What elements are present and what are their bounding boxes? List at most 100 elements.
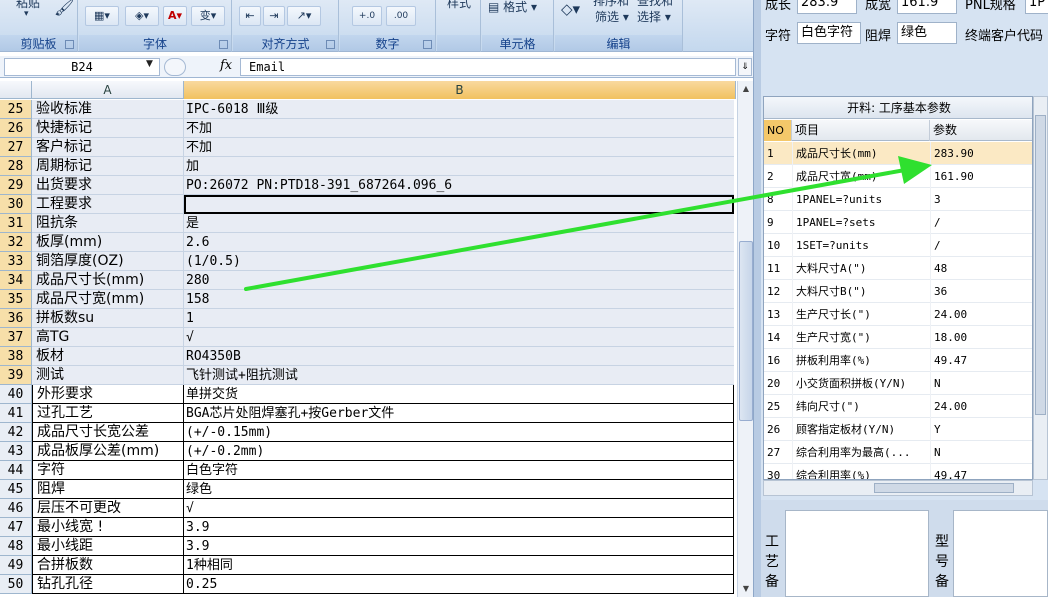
cell-a[interactable]: 最小线宽 ! [32, 518, 184, 537]
row-number[interactable]: 40 [0, 385, 32, 404]
row-number[interactable]: 34 [0, 271, 32, 290]
param-row[interactable]: 13 生产尺寸长(") 24.00 [764, 303, 1032, 326]
param-row[interactable]: 25 纬向尺寸(") 24.00 [764, 395, 1032, 418]
row-number[interactable]: 30 [0, 195, 32, 214]
fill-color-button[interactable]: ◈▾ [125, 6, 159, 26]
cell-b[interactable]: PO:26072 PN:PTD18-391_687264.096_6 [184, 176, 734, 195]
cell-b[interactable]: 1种相同 [184, 556, 734, 575]
param-row[interactable]: 16 拼板利用率(%) 49.47 [764, 349, 1032, 372]
table-vertical-scrollbar[interactable] [1033, 96, 1048, 480]
row-number[interactable]: 37 [0, 328, 32, 347]
cell-a[interactable]: 快捷标记 [32, 119, 184, 138]
cell-b[interactable]: (1/0.5) [184, 252, 734, 271]
table-scroll-thumb[interactable] [1035, 115, 1046, 415]
orientation-icon[interactable]: ↗▾ [287, 6, 321, 26]
select-all-corner[interactable] [0, 81, 32, 99]
cell-a[interactable]: 字符 [32, 461, 184, 480]
pnl-spec-field[interactable]: 1P [1025, 0, 1048, 14]
cell-a[interactable]: 成品板厚公差(mm) [32, 442, 184, 461]
formula-bar-divider[interactable] [164, 58, 186, 76]
row-number[interactable]: 42 [0, 423, 32, 442]
scroll-up-icon[interactable]: ▲ [739, 81, 753, 97]
row-number[interactable]: 46 [0, 499, 32, 518]
cell-a[interactable]: 测试 [32, 366, 184, 385]
cell-b[interactable]: BGA芯片处阻焊塞孔+按Gerber文件 [184, 404, 734, 423]
column-header-a[interactable]: A [32, 81, 184, 99]
model-remark-memo[interactable] [953, 510, 1048, 597]
table-horizontal-scrollbar[interactable] [763, 480, 1033, 496]
cell-a[interactable]: 拼板数su [32, 309, 184, 328]
header-item[interactable]: 项目 [792, 120, 930, 141]
cell-a[interactable]: 工程要求 [32, 195, 184, 214]
formula-expand-icon[interactable]: ⇓ [738, 58, 752, 76]
finished-width-field[interactable]: 161.9 [897, 0, 957, 14]
cell-b[interactable] [184, 195, 734, 214]
name-box[interactable]: B24 [4, 58, 160, 76]
cell-b[interactable]: (+/-0.15mm) [184, 423, 734, 442]
cell-a[interactable]: 板材 [32, 347, 184, 366]
param-row[interactable]: 9 1PANEL=?sets / [764, 211, 1032, 234]
cell-a[interactable]: 客户标记 [32, 138, 184, 157]
cell-b[interactable]: √ [184, 499, 734, 518]
cell-a[interactable]: 铜箔厚度(OZ) [32, 252, 184, 271]
table-hscroll-thumb[interactable] [874, 483, 1014, 493]
param-row[interactable]: 14 生产尺寸宽(") 18.00 [764, 326, 1032, 349]
finished-length-field[interactable]: 283.9 [797, 0, 857, 14]
row-number[interactable]: 36 [0, 309, 32, 328]
cell-a[interactable]: 验收标准 [32, 100, 184, 119]
row-number[interactable]: 38 [0, 347, 32, 366]
row-number[interactable]: 27 [0, 138, 32, 157]
param-row[interactable]: 11 大料尺寸A(") 48 [764, 257, 1032, 280]
decrease-indent-icon[interactable]: ⇤ [239, 6, 261, 26]
cell-b[interactable]: 3.9 [184, 518, 734, 537]
cell-b[interactable]: 3.9 [184, 537, 734, 556]
row-number[interactable]: 43 [0, 442, 32, 461]
row-number[interactable]: 44 [0, 461, 32, 480]
param-row[interactable]: 26 顾客指定板材(Y/N) Y [764, 418, 1032, 441]
font-color-button[interactable]: A▾ [163, 6, 187, 26]
cell-a[interactable]: 钻孔孔径 [32, 575, 184, 594]
cell-b[interactable]: IPC-6018 Ⅲ级 [184, 100, 734, 119]
cell-b[interactable]: RO4350B [184, 347, 734, 366]
alignment-launcher-icon[interactable] [326, 40, 335, 49]
cell-a[interactable]: 成品尺寸宽(mm) [32, 290, 184, 309]
row-number[interactable]: 49 [0, 556, 32, 575]
param-row[interactable]: 12 大料尺寸B(") 36 [764, 280, 1032, 303]
param-row[interactable]: 30 综合利用率(%) 49.47 [764, 464, 1032, 479]
cell-b[interactable]: 158 [184, 290, 734, 309]
row-number[interactable]: 28 [0, 157, 32, 176]
row-number[interactable]: 25 [0, 100, 32, 119]
number-launcher-icon[interactable] [423, 40, 432, 49]
name-box-dropdown-icon[interactable]: ▼ [146, 59, 153, 69]
row-number[interactable]: 39 [0, 366, 32, 385]
cell-b[interactable]: 单拼交货 [184, 385, 734, 404]
format-button[interactable]: ▤ 格式 ▾ [488, 0, 537, 15]
format-painter-icon[interactable]: 🖌 [54, 0, 74, 17]
param-row[interactable]: 2 成品尺寸宽(mm) 161.90 [764, 165, 1032, 188]
param-row[interactable]: 1 成品尺寸长(mm) 283.90 [764, 142, 1032, 165]
row-number[interactable]: 50 [0, 575, 32, 594]
row-number[interactable]: 31 [0, 214, 32, 233]
cell-b[interactable]: 加 [184, 157, 734, 176]
find-select-button[interactable]: 选择 ▾ [637, 8, 671, 25]
column-header-b[interactable]: B [184, 81, 736, 99]
cell-b[interactable]: 2.6 [184, 233, 734, 252]
cell-b[interactable]: 白色字符 [184, 461, 734, 480]
cell-a[interactable]: 周期标记 [32, 157, 184, 176]
paste-dropdown-icon[interactable]: ▾ [24, 9, 29, 19]
param-row[interactable]: 8 1PANEL=?units 3 [764, 188, 1032, 211]
cell-a[interactable]: 合拼板数 [32, 556, 184, 575]
scroll-thumb[interactable] [739, 241, 753, 421]
cell-a[interactable]: 外形要求 [32, 385, 184, 404]
cell-b[interactable]: 不加 [184, 119, 734, 138]
clear-icon[interactable]: ◇▾ [561, 0, 580, 18]
cell-b[interactable]: 1 [184, 309, 734, 328]
cell-a[interactable]: 成品尺寸长(mm) [32, 271, 184, 290]
row-number[interactable]: 26 [0, 119, 32, 138]
sheet-vertical-scrollbar[interactable]: ▲ ▼ [737, 81, 753, 597]
cell-a[interactable]: 过孔工艺 [32, 404, 184, 423]
row-number[interactable]: 29 [0, 176, 32, 195]
styles-label[interactable]: 样式 [447, 0, 471, 11]
cell-b[interactable]: (+/-0.2mm) [184, 442, 734, 461]
decrease-decimal-icon[interactable]: .00 [386, 6, 416, 26]
